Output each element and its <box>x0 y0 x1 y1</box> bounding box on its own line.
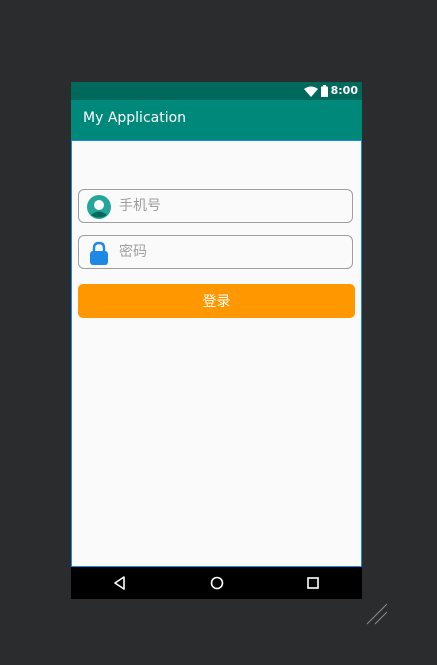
user-avatar-icon <box>87 195 111 219</box>
status-icons: 8:00 <box>303 84 358 98</box>
back-triangle-icon[interactable] <box>110 573 130 593</box>
app-bar: My Application <box>71 100 362 140</box>
editor-canvas: 8:00 My Application 手机号 登录 <box>0 0 437 665</box>
device-frame: 8:00 My Application 手机号 登录 <box>71 82 362 599</box>
phone-input[interactable] <box>119 190 344 222</box>
password-field[interactable] <box>78 235 353 269</box>
status-bar: 8:00 <box>71 82 362 100</box>
lock-icon <box>90 241 108 265</box>
battery-icon <box>320 85 328 97</box>
navigation-bar <box>71 567 362 599</box>
home-circle-icon[interactable] <box>207 573 227 593</box>
recent-square-icon[interactable] <box>303 573 323 593</box>
app-title: My Application <box>83 110 187 126</box>
wifi-icon <box>303 86 318 97</box>
password-input[interactable] <box>119 236 344 268</box>
status-time: 8:00 <box>330 84 358 97</box>
phone-field[interactable] <box>78 189 353 223</box>
login-button[interactable]: 登录 <box>78 284 355 318</box>
layout-root: 登录 <box>71 140 362 567</box>
resize-handle-icon[interactable] <box>366 603 388 625</box>
